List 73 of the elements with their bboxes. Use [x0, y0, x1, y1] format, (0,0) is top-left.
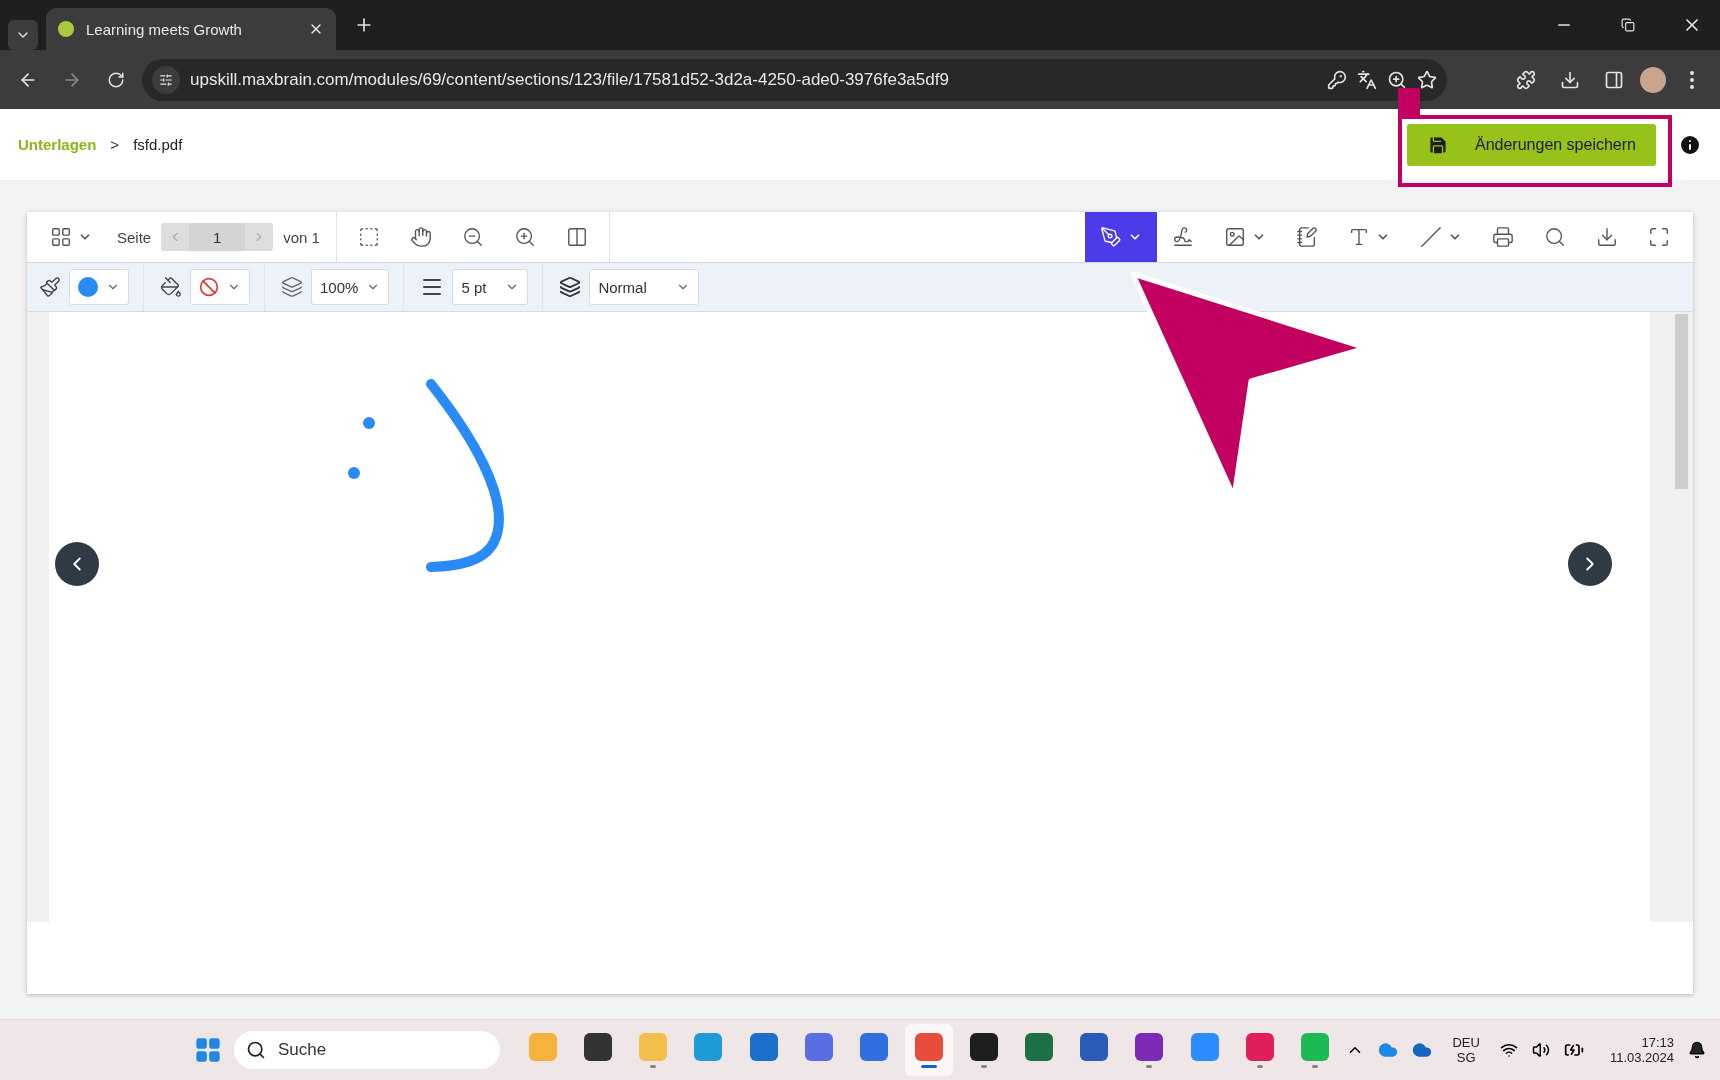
- blend-mode-dropdown[interactable]: Normal: [589, 269, 700, 305]
- scrollbar-thumb[interactable]: [1675, 314, 1688, 489]
- windows-logo-icon: [194, 1036, 222, 1064]
- url-text: upskill.maxbrain.com/modules/69/content/sections/123/file/17581d52-3d2a-4250-ade0-3976fe3a5df9: [190, 69, 950, 90]
- app-icon: [1300, 1032, 1329, 1061]
- app-icon: [804, 1032, 833, 1061]
- cloud-icon[interactable]: [1412, 1040, 1433, 1060]
- fill-icon: [160, 276, 182, 298]
- app-icon: [1135, 1032, 1164, 1061]
- translate-icon[interactable]: [1357, 69, 1377, 90]
- line-width-dropdown[interactable]: 5 pt: [452, 269, 529, 305]
- app-icon: [1025, 1032, 1054, 1061]
- page-number-field[interactable]: 1: [189, 223, 246, 251]
- browser-tab[interactable]: Learning meets Growth: [46, 8, 336, 50]
- language-indicator[interactable]: DEU SG: [1452, 1035, 1480, 1065]
- zoom-in-icon: [513, 226, 536, 248]
- pen-icon: [1100, 226, 1122, 248]
- app-icon: [1245, 1032, 1274, 1061]
- search-icon: [246, 1040, 266, 1060]
- address-bar[interactable]: upskill.maxbrain.com/modules/69/content/sections/123/file/17581d52-3d2a-4250-ade0-3976fe3a5df9: [142, 58, 1447, 101]
- app-icon: [1080, 1032, 1109, 1061]
- line-icon: [1420, 226, 1442, 248]
- clock[interactable]: 17:13 11.03.2024: [1609, 1035, 1674, 1065]
- fill-color-dropdown[interactable]: [190, 269, 250, 305]
- opacity-icon: [281, 276, 303, 298]
- zoom-out-icon: [461, 226, 484, 248]
- opacity-dropdown[interactable]: 100%: [311, 269, 390, 305]
- tab-list-button[interactable]: [8, 20, 38, 50]
- download-icon: [1596, 226, 1618, 248]
- no-fill-icon: [199, 277, 219, 297]
- notification-icon[interactable]: [1688, 1041, 1706, 1059]
- app-icon: [970, 1032, 999, 1061]
- wifi-icon[interactable]: [1499, 1041, 1518, 1059]
- fullscreen-icon: [1648, 226, 1670, 248]
- taskbar-search-field[interactable]: Suche: [234, 1031, 500, 1069]
- page-total: von 1: [283, 228, 320, 246]
- stroke-color-dropdown[interactable]: [69, 269, 129, 305]
- bookmark-star-icon[interactable]: [1417, 69, 1437, 90]
- page-label: Seite: [117, 228, 152, 246]
- app-icon: [529, 1032, 558, 1061]
- hand-icon: [409, 226, 432, 248]
- app-icon: [914, 1032, 943, 1061]
- image-icon: [1224, 226, 1246, 248]
- volume-icon[interactable]: [1531, 1041, 1550, 1059]
- signature-icon: [1172, 226, 1194, 248]
- profile-avatar[interactable]: [1640, 66, 1666, 93]
- site-favicon: [58, 21, 74, 37]
- app-icon: [749, 1032, 778, 1061]
- ink-tool-button[interactable]: [1085, 212, 1157, 262]
- app-icon: [584, 1032, 613, 1061]
- breadcrumb-current: fsfd.pdf: [133, 136, 183, 153]
- app-icon: [1190, 1032, 1219, 1061]
- site-settings-icon[interactable]: [152, 65, 180, 94]
- app-icon: [639, 1032, 668, 1061]
- key-icon[interactable]: [1327, 69, 1347, 90]
- tab-title: Learning meets Growth: [86, 20, 243, 38]
- breadcrumb-separator: >: [110, 136, 120, 153]
- printer-icon: [1492, 226, 1514, 248]
- panel-icon: [565, 226, 588, 248]
- note-icon: [1296, 226, 1318, 248]
- app-icon: [859, 1032, 888, 1061]
- app-icon: [694, 1032, 723, 1061]
- previous-page-button[interactable]: [55, 542, 99, 586]
- search-icon: [1544, 226, 1566, 248]
- stroke-style-icon: [39, 276, 61, 298]
- selection-icon: [357, 226, 380, 248]
- text-box-icon: [1348, 226, 1370, 248]
- next-page-button[interactable]: [1568, 542, 1612, 586]
- blend-mode-icon: [559, 276, 582, 298]
- save-changes-button[interactable]: Änderungen speichern: [1407, 123, 1656, 166]
- cloud-icon[interactable]: [1378, 1040, 1399, 1060]
- thumbnails-icon: [50, 226, 72, 248]
- zoom-icon[interactable]: [1387, 69, 1407, 90]
